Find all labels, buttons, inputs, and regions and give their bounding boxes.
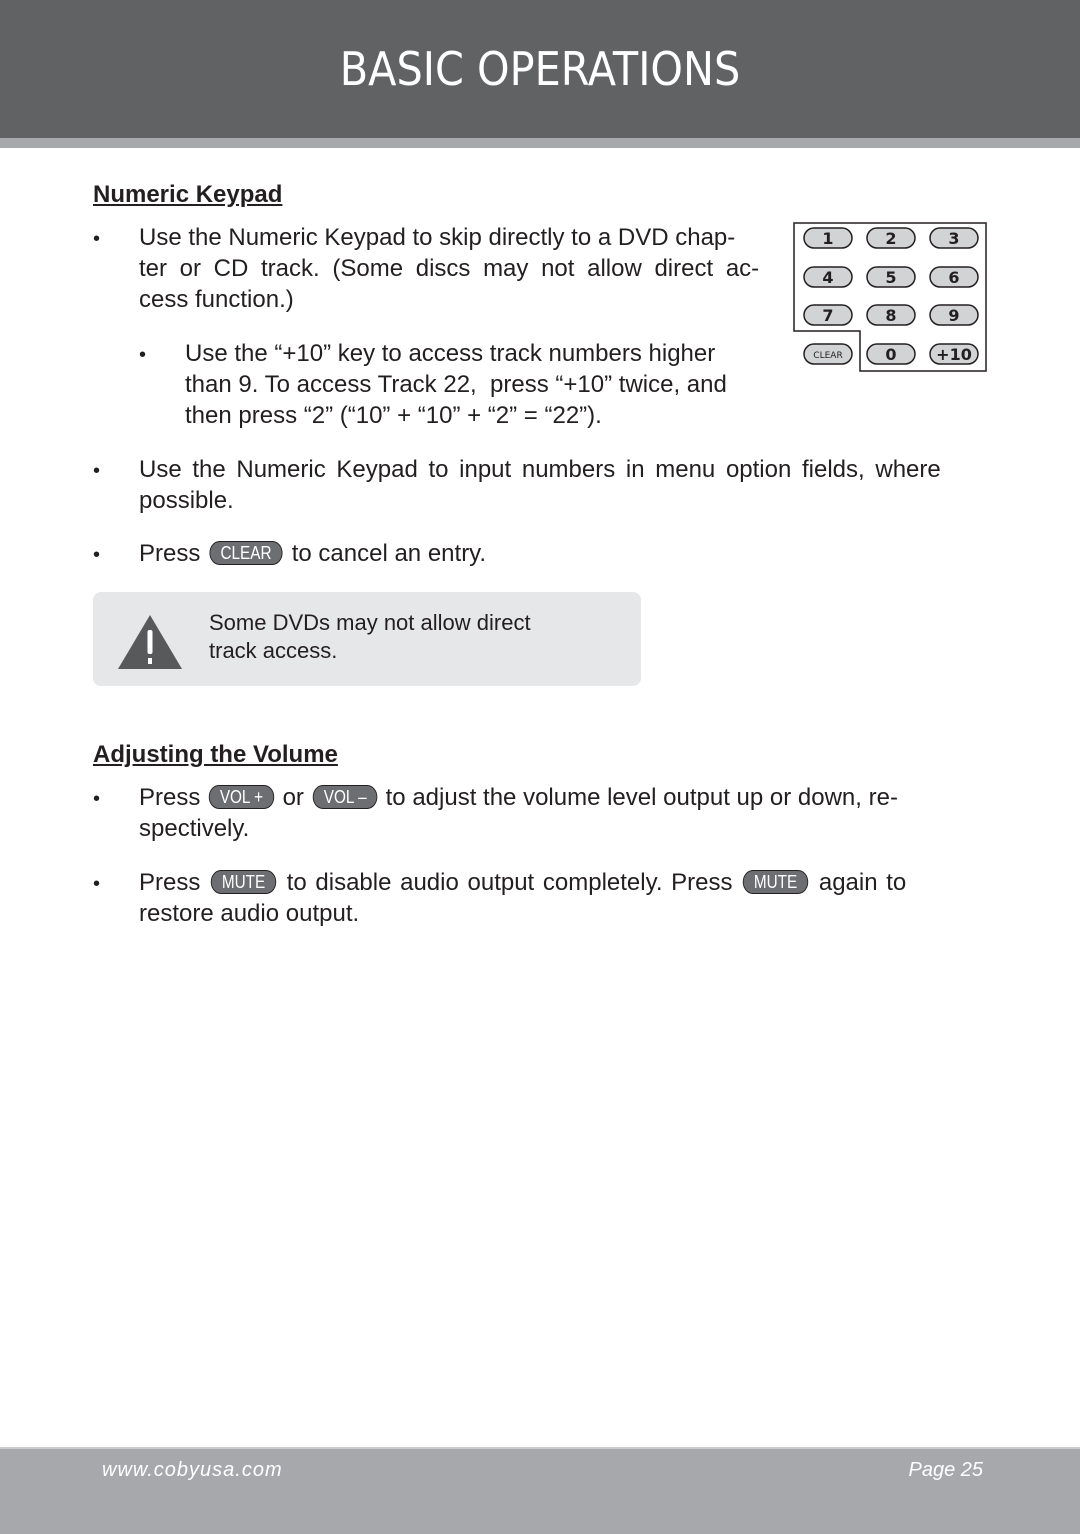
keypad-key-8: 8 <box>866 304 916 326</box>
volume-bullet-1: Press VOL + or VOL – to adjust the volum… <box>139 782 987 844</box>
keypad-sub-bullet: Use the “+10” key to access track number… <box>185 338 775 431</box>
keypad-key-label: 5 <box>885 268 896 287</box>
keypad-key-6: 6 <box>929 266 979 288</box>
text-line: restore audio output. <box>139 900 360 927</box>
keypad-key-2: 2 <box>866 227 916 249</box>
text: Press <box>139 784 201 811</box>
text-line: Press VOL + or VOL – to adjust the volum… <box>139 782 987 813</box>
page-number: Page 25 <box>908 1459 983 1481</box>
keypad-key-0: 0 <box>866 343 916 365</box>
keypad-key-label: 3 <box>948 229 959 248</box>
text: again to <box>818 869 907 896</box>
keypad-bullet-3: Press CLEAR to cancel an entry. <box>139 538 486 569</box>
keypad-key-7: 7 <box>803 304 853 326</box>
header-divider <box>0 138 1080 148</box>
text-line: then press “2” (“10” + “10” + “2” = “22”… <box>185 402 602 429</box>
volume-bullet-2: Press MUTE to disable audio output compl… <box>139 867 987 929</box>
keypad-key-4: 4 <box>803 266 853 288</box>
text-line: track access. <box>209 638 338 663</box>
text: Press <box>139 869 201 896</box>
text-line: Use the Numeric Keypad to input numbers … <box>139 456 941 483</box>
vol-down-button-label: VOL – <box>312 785 378 809</box>
numeric-keypad-illustration: 1 2 3 4 5 6 7 8 9 CLEAR 0 +10 <box>793 222 987 372</box>
bullet-marker: • <box>93 873 101 895</box>
keypad-key-label: +10 <box>936 345 972 364</box>
mute-button-label: MUTE <box>742 870 809 894</box>
text: or <box>282 784 304 811</box>
keypad-key-label: 7 <box>822 306 833 325</box>
keypad-key-label: 0 <box>885 345 896 364</box>
keypad-key-label: 6 <box>948 268 959 287</box>
text: to adjust the volume level output up or … <box>385 784 898 811</box>
text: to cancel an entry. <box>291 540 487 567</box>
volume-heading: Adjusting the Volume <box>93 741 338 768</box>
mute-button-label: MUTE <box>210 870 277 894</box>
footer-url[interactable]: www.cobyusa.com <box>102 1459 283 1482</box>
bullet-marker: • <box>93 228 101 250</box>
bullet-marker: • <box>139 344 147 366</box>
keypad-key-1: 1 <box>803 227 853 249</box>
keypad-key-5: 5 <box>866 266 916 288</box>
page-footer: www.cobyusa.com Page 25 <box>0 1447 1080 1534</box>
keypad-key-label: 8 <box>885 306 896 325</box>
text-line: than 9. To access Track 22, press “+10” … <box>185 371 727 398</box>
keypad-key-label: 9 <box>948 306 959 325</box>
text-line: Use the “+10” key to access track number… <box>185 340 716 367</box>
text-line: Press MUTE to disable audio output compl… <box>139 867 987 898</box>
text-line: Use the Numeric Keypad to skip directly … <box>139 224 736 251</box>
bullet-marker: • <box>93 544 101 566</box>
text-line: cess function.) <box>139 286 294 313</box>
page-header: BASIC OPERATIONS <box>0 0 1080 138</box>
text-line: spectively. <box>139 815 250 842</box>
bullet-marker: • <box>93 788 101 810</box>
keypad-key-label: 2 <box>885 229 896 248</box>
clear-button-label: CLEAR <box>209 541 283 565</box>
keypad-bullet-1: Use the Numeric Keypad to skip directly … <box>139 222 769 315</box>
keypad-key-label: CLEAR <box>813 351 842 361</box>
keypad-key-3: 3 <box>929 227 979 249</box>
text: to disable audio output completely. Pres… <box>286 869 733 896</box>
keypad-key-clear: CLEAR <box>803 343 853 365</box>
numeric-keypad-heading: Numeric Keypad <box>93 181 283 208</box>
keypad-bullet-2: Use the Numeric Keypad to input numbers … <box>139 454 987 516</box>
note-text: Some DVDs may not allow direct track acc… <box>209 609 531 665</box>
bullet-marker: • <box>93 460 101 482</box>
text-line: possible. <box>139 487 234 514</box>
text-line: Some DVDs may not allow direct <box>209 610 531 635</box>
page-title: BASIC OPERATIONS <box>339 42 741 96</box>
keypad-key-label: 4 <box>822 268 833 287</box>
keypad-key-label: 1 <box>822 229 833 248</box>
note-box: Some DVDs may not allow direct track acc… <box>93 592 641 686</box>
text: Press <box>139 540 201 567</box>
warning-icon <box>118 615 182 669</box>
keypad-key-plus10: +10 <box>929 343 979 365</box>
text-line: ter or CD track. (Some discs may not all… <box>139 255 760 282</box>
keypad-key-9: 9 <box>929 304 979 326</box>
vol-up-button-label: VOL + <box>208 785 275 809</box>
